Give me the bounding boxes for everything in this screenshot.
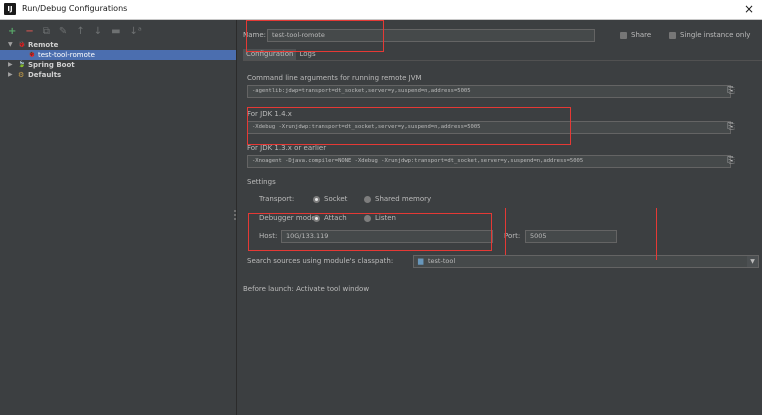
host-input[interactable]: 10G/133.119 [281,230,493,243]
remote-debug-icon: 🐞 [18,41,26,48]
shared-memory-label: Shared memory [375,195,432,203]
chevron-down-icon[interactable]: ▼ [747,256,758,267]
attach-label: Attach [324,214,347,222]
tree-node-label: test-tool-romote [38,51,95,59]
settings-label: Settings [247,178,276,186]
transport-label: Transport: [259,195,295,203]
module-classpath-label: Search sources using module's classpath: [247,257,394,265]
listen-radio[interactable] [364,215,371,222]
edit-defaults-icon[interactable]: ✎ [59,26,67,38]
tree-node-defaults[interactable]: ▶ ⚙ Defaults [0,70,236,80]
tree-node-label: Defaults [28,71,62,79]
copy-to-clipboard-icon[interactable]: ⎘ [726,122,736,132]
debugger-mode-label: Debugger mode: [259,214,319,222]
name-input[interactable]: test-tool-romote [267,29,595,42]
share-label: Share [631,31,652,39]
listen-label: Listen [375,214,396,222]
window-title: Run/Debug Configurations [22,4,128,13]
spring-boot-icon: 🍃 [18,61,26,68]
jdk14-args-field[interactable]: -Xdebug -Xrunjdwp:transport=dt_socket,se… [247,121,731,134]
cmd-args-label: Command line arguments for running remot… [247,74,422,82]
socket-label: Socket [324,195,348,203]
module-select-value: test-tool [428,257,456,265]
panel-splitter-handle[interactable] [234,210,236,220]
tab-logs[interactable]: Logs [296,49,318,60]
intellij-logo-icon: IJ [4,3,16,15]
expand-arrow-icon[interactable]: ▼ [8,40,13,50]
move-down-icon[interactable]: ↓ [94,26,102,38]
editor-tabs: Configuration Logs [243,49,319,60]
before-launch-section[interactable]: Before launch: Activate tool window [243,285,369,293]
jdk13-label: For JDK 1.3.x or earlier [247,144,327,152]
copy-to-clipboard-icon[interactable]: ⎘ [726,86,736,96]
tree-toolbar: + − ⧉ ✎ ↑ ↓ ▬ ↓ᵃ [8,26,142,38]
configuration-tree-panel: + − ⧉ ✎ ↑ ↓ ▬ ↓ᵃ ▼ 🐞 Remote 🐞 test-tool-… [0,20,237,415]
tree-node-label: Remote [28,41,59,49]
close-icon[interactable]: × [744,1,754,17]
shared-memory-radio[interactable] [364,196,371,203]
tree-node-test-tool-romote[interactable]: 🐞 test-tool-romote [0,50,236,60]
add-icon[interactable]: + [8,26,16,38]
remote-debug-icon: 🐞 [28,51,36,58]
expand-arrow-icon[interactable]: ▶ [8,60,13,70]
jdk14-label: For JDK 1.4.x [247,110,292,118]
tree-node-spring-boot[interactable]: ▶ 🍃 Spring Boot [0,60,236,70]
configuration-editor: Name: test-tool-romote Share Single inst… [237,20,762,415]
module-select[interactable]: ▆ test-tool ▼ [413,255,759,268]
defaults-wrench-icon: ⚙ [18,71,25,79]
single-instance-label: Single instance only [680,31,751,39]
jdk13-args-field[interactable]: -Xnoagent -Djava.compiler=NONE -Xdebug -… [247,155,731,168]
configuration-tree: ▼ 🐞 Remote 🐞 test-tool-romote ▶ 🍃 Spring… [0,40,236,80]
remove-icon[interactable]: − [25,26,33,38]
expand-arrow-icon[interactable]: ▶ [8,70,13,80]
module-icon: ▆ [418,257,424,265]
tab-configuration[interactable]: Configuration [243,49,297,60]
port-input[interactable]: 5005 [525,230,617,243]
name-label: Name: [243,31,267,39]
copy-to-clipboard-icon[interactable]: ⎘ [726,156,736,166]
title-bar: IJ Run/Debug Configurations × [0,0,762,20]
move-up-icon[interactable]: ↑ [76,26,84,38]
tree-node-label: Spring Boot [28,61,75,69]
tab-separator [243,60,762,61]
host-label: Host: [259,232,278,240]
single-instance-checkbox[interactable] [669,32,676,39]
tree-node-remote[interactable]: ▼ 🐞 Remote [0,40,236,50]
port-label: Port: [504,232,521,240]
share-checkbox[interactable] [620,32,627,39]
copy-icon[interactable]: ⧉ [43,26,50,38]
annotation-line [656,208,657,260]
socket-radio[interactable] [313,196,320,203]
cmd-args-field[interactable]: -agentlib:jdwp=transport=dt_socket,serve… [247,85,731,98]
attach-radio[interactable] [313,215,320,222]
folder-icon[interactable]: ▬ [111,26,120,38]
sort-icon[interactable]: ↓ᵃ [130,26,142,38]
